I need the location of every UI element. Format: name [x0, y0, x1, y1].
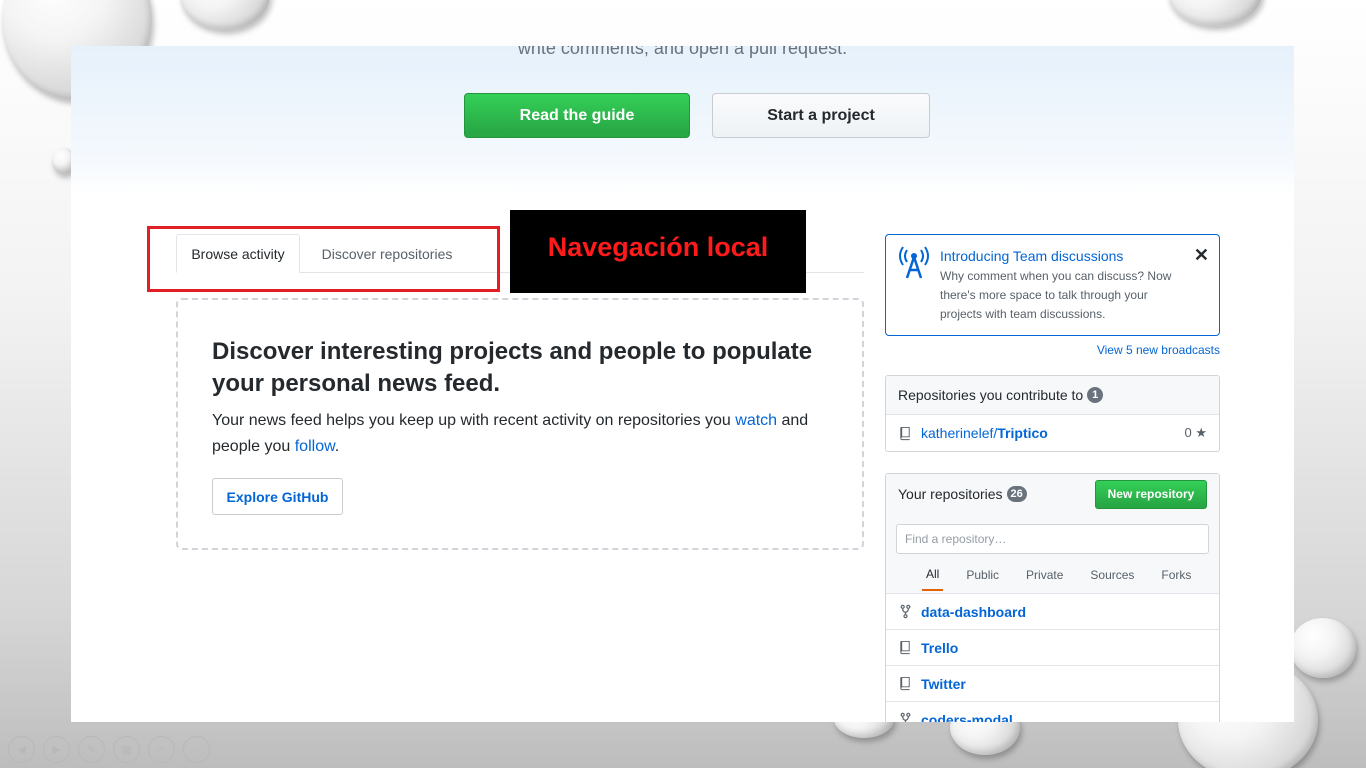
repo-filter-tabs: All Public Private Sources Forks [886, 554, 1219, 594]
close-icon[interactable]: ✕ [1194, 245, 1209, 266]
broadcast-card: Introducing Team discussions Why comment… [885, 234, 1220, 336]
find-repo-wrapper [886, 514, 1219, 554]
blankslate-text: Your news feed helps you keep up with re… [212, 408, 828, 460]
your-repos-box: Your repositories 26 New repository All … [885, 473, 1220, 722]
fork-icon [898, 712, 912, 722]
repo-name: Triptico [997, 425, 1048, 441]
repo-icon [898, 640, 912, 656]
contribute-title: Repositories you contribute to [898, 387, 1084, 403]
hero-banner: write comments, and open a pull request.… [71, 46, 1294, 196]
hero-subtitle: write comments, and open a pull request. [517, 46, 848, 58]
repo-name[interactable]: Trello [921, 640, 958, 656]
previous-slide-icon[interactable]: ◀ [8, 736, 35, 763]
read-guide-button[interactable]: Read the guide [464, 93, 690, 138]
slides-grid-icon[interactable]: ▦ [113, 736, 140, 763]
repo-icon [898, 676, 912, 692]
droplet-decoration [180, 0, 270, 30]
zoom-icon[interactable]: ⌕ [148, 736, 175, 763]
highlight-box [147, 226, 500, 292]
filter-forks[interactable]: Forks [1157, 558, 1195, 590]
list-item[interactable]: Trello [886, 630, 1219, 666]
filter-private[interactable]: Private [1022, 558, 1067, 590]
your-repos-header: Your repositories 26 New repository [886, 474, 1219, 514]
blankslate-text-part: Your news feed helps you keep up with re… [212, 412, 736, 429]
list-item[interactable]: Twitter [886, 666, 1219, 702]
start-project-button[interactable]: Start a project [712, 93, 930, 138]
broadcast-icon [899, 246, 929, 279]
star-count: 0 ★ [1184, 425, 1207, 441]
repo-link[interactable]: katherinelef/Triptico [921, 425, 1048, 441]
droplet-decoration [1290, 618, 1356, 678]
filter-public[interactable]: Public [962, 558, 1003, 590]
filter-sources[interactable]: Sources [1086, 558, 1138, 590]
repo-name[interactable]: data-dashboard [921, 604, 1026, 620]
repo-owner: katherinelef/ [921, 425, 998, 441]
star-value: 0 [1184, 425, 1192, 440]
broadcast-title[interactable]: Introducing Team discussions [940, 245, 1207, 267]
repo-icon [898, 425, 912, 441]
find-repository-input[interactable] [896, 524, 1209, 554]
slideshow-controls: ◀ ▶ ✎ ▦ ⌕ ⋯ [8, 736, 210, 763]
repo-filter-area: All Public Private Sources Forks [886, 514, 1219, 594]
callout-label: Navegación local [510, 210, 806, 293]
broadcast-text: Why comment when you can discuss? Now th… [940, 269, 1172, 321]
contribute-box: Repositories you contribute to 1 katheri… [885, 375, 1220, 452]
contribute-count: 1 [1087, 387, 1104, 403]
watch-link[interactable]: watch [735, 412, 777, 429]
filter-all[interactable]: All [922, 557, 944, 591]
repo-name[interactable]: coders-modal [921, 712, 1013, 723]
fork-icon [898, 604, 912, 620]
droplet-decoration [1168, 0, 1262, 26]
next-slide-icon[interactable]: ▶ [43, 736, 70, 763]
explore-github-button[interactable]: Explore GitHub [212, 478, 343, 515]
new-repository-button[interactable]: New repository [1095, 479, 1207, 509]
your-repos-count: 26 [1006, 486, 1027, 502]
blankslate-title: Discover interesting projects and people… [212, 338, 813, 397]
more-options-icon[interactable]: ⋯ [183, 736, 210, 763]
repo-name[interactable]: Twitter [921, 676, 966, 692]
view-broadcasts-link[interactable]: View 5 new broadcasts [885, 343, 1220, 357]
contribute-header: Repositories you contribute to 1 [886, 376, 1219, 415]
list-item[interactable]: data-dashboard [886, 594, 1219, 630]
blankslate-text-part: . [334, 438, 340, 455]
list-item[interactable]: katherinelef/Triptico 0 ★ [886, 415, 1219, 451]
slide-screenshot: write comments, and open a pull request.… [71, 46, 1294, 722]
star-icon: ★ [1195, 425, 1207, 440]
your-repos-title: Your repositories [898, 486, 1003, 502]
follow-link[interactable]: follow [295, 438, 335, 455]
pen-icon[interactable]: ✎ [78, 736, 105, 763]
news-feed-blankslate: Discover interesting projects and people… [176, 298, 864, 550]
list-item[interactable]: coders-modal [886, 702, 1219, 722]
